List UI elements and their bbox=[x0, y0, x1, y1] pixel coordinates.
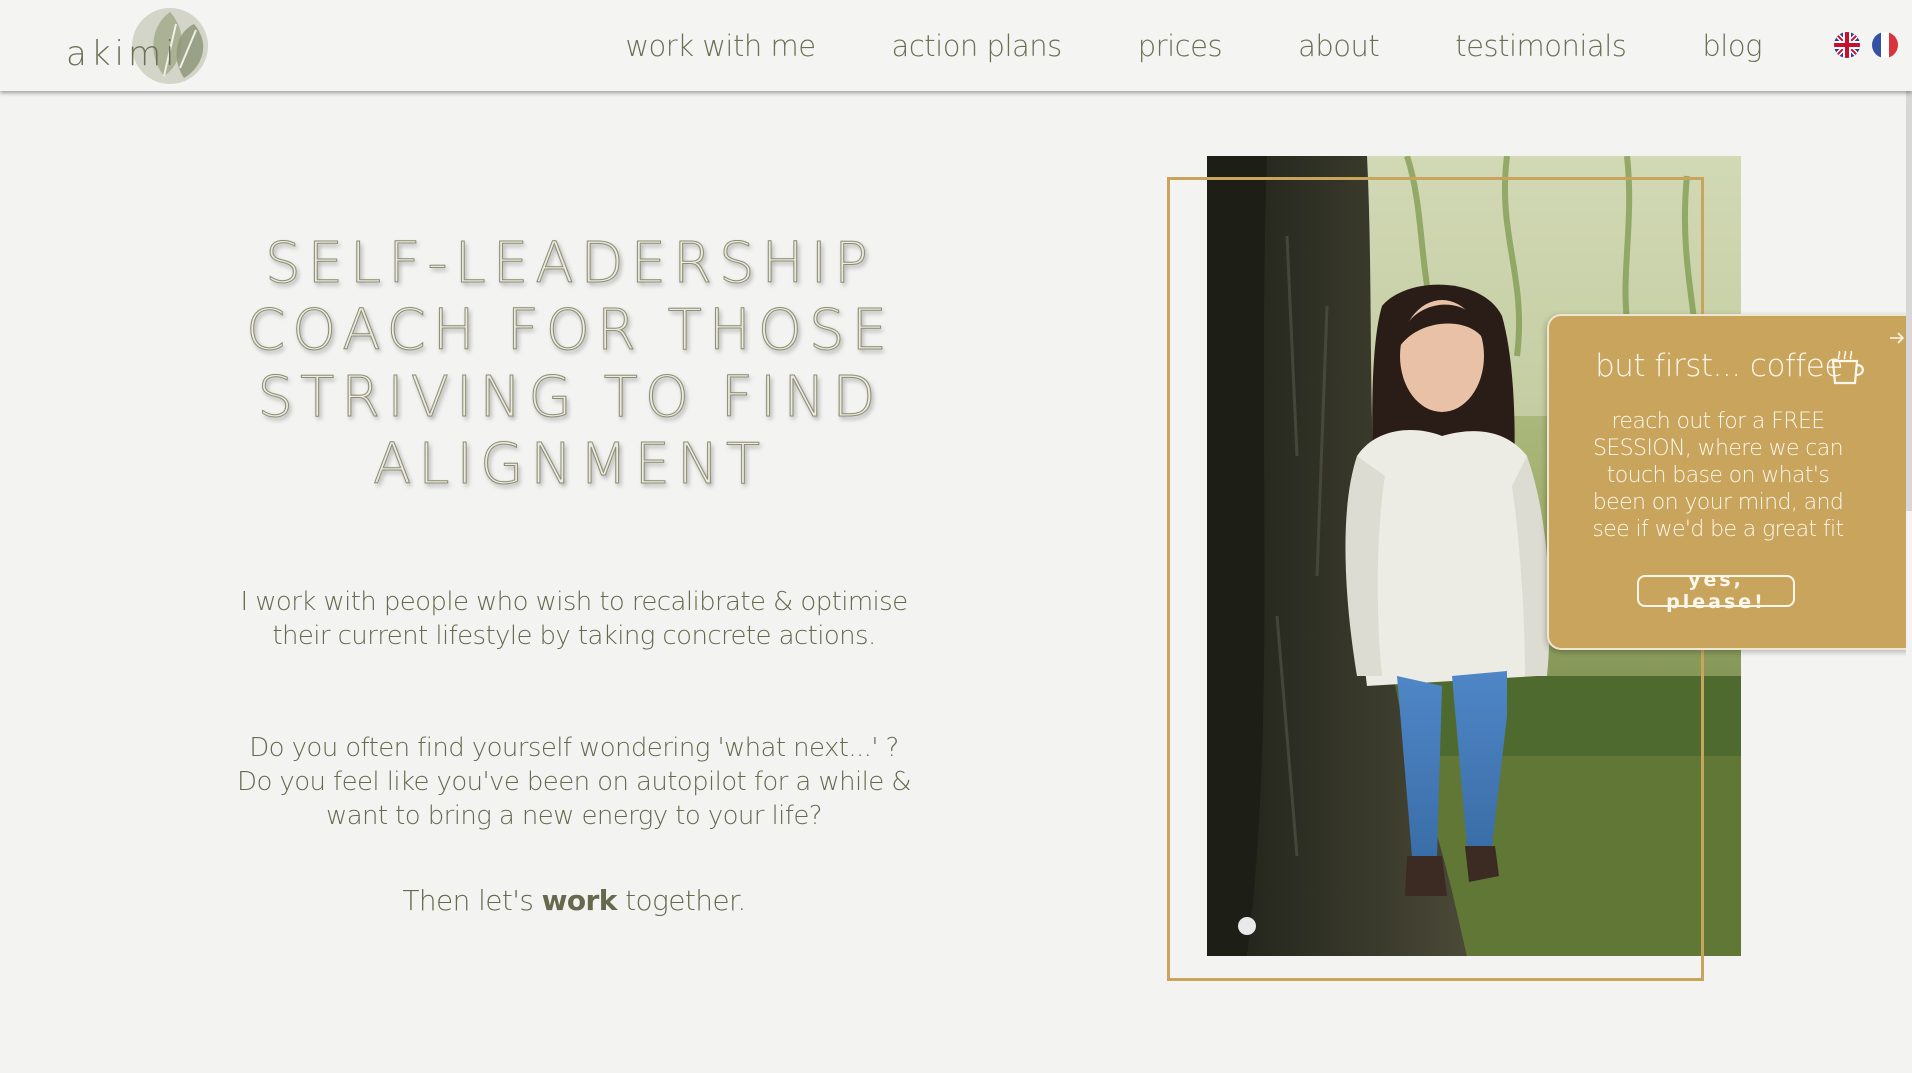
nav-testimonials[interactable]: testimonials bbox=[1455, 29, 1627, 63]
logo[interactable]: akimi bbox=[64, 4, 214, 88]
coffee-popup: but first... coffee reach out for a FREE… bbox=[1547, 314, 1912, 650]
site-header: akimi work with me action plans prices a… bbox=[0, 0, 1912, 91]
language-switcher bbox=[1834, 32, 1898, 58]
nav-prices[interactable]: prices bbox=[1138, 29, 1223, 63]
nav-work-with-me[interactable]: work with me bbox=[625, 29, 816, 63]
hero-title: SELF-LEADERSHIP COACH FOR THOSE STRIVING… bbox=[246, 231, 894, 498]
cta-text-end: together. bbox=[616, 884, 746, 917]
cta-text-start: Then let's bbox=[402, 884, 542, 917]
nav-blog[interactable]: blog bbox=[1702, 29, 1762, 63]
yes-please-button[interactable]: yes, please! bbox=[1637, 569, 1795, 613]
cta-work-emphasis: work bbox=[541, 884, 618, 917]
french-flag-icon[interactable] bbox=[1872, 32, 1898, 58]
scrollbar[interactable] bbox=[1906, 91, 1912, 1073]
coffee-cup-icon bbox=[1831, 351, 1864, 385]
nav-about[interactable]: about bbox=[1298, 29, 1380, 63]
intro-paragraph: I work with people who wish to recalibra… bbox=[240, 587, 908, 651]
scrollbar-thumb[interactable] bbox=[1906, 91, 1912, 511]
cta-line: Then let's work together. bbox=[240, 884, 908, 918]
nav-action-plans[interactable]: action plans bbox=[892, 29, 1063, 63]
uk-flag-icon[interactable] bbox=[1834, 32, 1860, 58]
logo-text: akimi bbox=[66, 34, 179, 74]
popup-title: but first... coffee bbox=[1595, 348, 1843, 384]
main-nav: work with me action plans prices about t… bbox=[549, 0, 1762, 91]
popup-text: reach out for a FREE SESSION, where we c… bbox=[1592, 409, 1844, 542]
question-paragraph: Do you often find yourself wondering 'wh… bbox=[237, 733, 912, 831]
